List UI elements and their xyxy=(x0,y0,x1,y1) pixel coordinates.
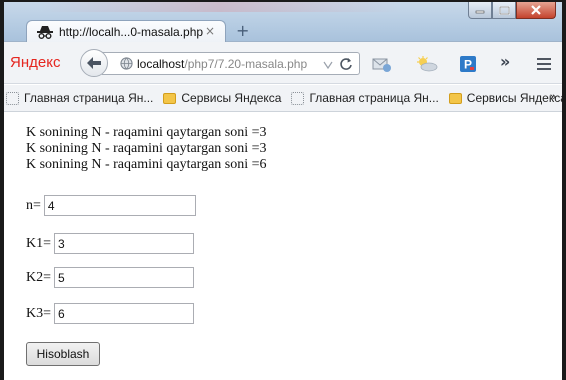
page-icon xyxy=(291,91,305,105)
minimize-button[interactable] xyxy=(468,2,492,19)
bookmark-label: Главная страница Ян... xyxy=(309,91,439,105)
incognito-icon xyxy=(37,25,53,39)
bookmark-item[interactable]: Сервисы Яндекса xyxy=(448,91,566,105)
weather-icon[interactable] xyxy=(414,56,438,72)
url-host: localhost xyxy=(137,56,185,71)
screen-edge-left xyxy=(0,0,4,380)
field-n: n= xyxy=(26,195,196,216)
close-window-button[interactable] xyxy=(516,2,556,19)
tab-title: http://localh...0-masala.php xyxy=(59,24,204,39)
k3-input[interactable] xyxy=(54,303,195,324)
tab-active[interactable]: http://localh...0-masala.php × xyxy=(26,20,226,42)
back-arrow-icon xyxy=(87,57,101,69)
calculate-button[interactable]: Hisoblash xyxy=(26,342,100,366)
bookmark-label: Главная страница Ян... xyxy=(24,91,154,105)
brand-text: Яндекс xyxy=(10,54,61,71)
globe-icon xyxy=(120,57,133,70)
field-label: K3= xyxy=(26,305,52,321)
result-line: K sonining N - raqamini qaytargan soni =… xyxy=(26,125,267,140)
maximize-button[interactable] xyxy=(492,2,516,19)
url-path: /php7/7.20-masala.php xyxy=(184,56,308,71)
reload-icon[interactable] xyxy=(339,57,353,71)
navigation-bar: Яндекс localhost/php7/7.20-masala.php P … xyxy=(0,42,562,84)
address-bar[interactable]: localhost/php7/7.20-masala.php xyxy=(102,52,360,75)
field-k1: K1= xyxy=(26,233,195,254)
overflow-chevron-icon[interactable]: » xyxy=(500,52,510,71)
screen-edge-right xyxy=(562,0,566,380)
new-tab-button[interactable]: + xyxy=(236,21,249,40)
page-icon xyxy=(6,91,19,105)
pocket-icon[interactable]: P xyxy=(460,56,476,72)
screen-edge-top xyxy=(0,0,566,2)
k2-input[interactable] xyxy=(54,267,195,288)
field-k2: K2= xyxy=(26,267,195,288)
folder-icon xyxy=(448,92,462,104)
url-text: localhost/php7/7.20-masala.php xyxy=(137,57,307,71)
field-label: K1= xyxy=(26,235,52,251)
bookmarks-overflow-button[interactable]: » xyxy=(550,91,556,103)
k1-input[interactable] xyxy=(54,233,195,254)
dropdown-arrow-icon[interactable] xyxy=(323,60,333,70)
bookmark-item[interactable]: Главная страница Ян... xyxy=(291,91,439,105)
brand-logo[interactable]: Яндекс xyxy=(10,54,60,71)
page-content: K sonining N - raqamini qaytargan soni =… xyxy=(0,113,562,380)
bookmarks-bar: Главная страница Ян... Сервисы Яндекса Г… xyxy=(0,85,566,112)
menu-icon[interactable] xyxy=(537,58,551,70)
close-icon xyxy=(531,5,541,15)
bookmark-item[interactable]: Главная страница Ян... xyxy=(6,91,153,105)
window-controls xyxy=(468,2,556,19)
maximize-icon xyxy=(498,5,510,15)
mail-icon[interactable] xyxy=(372,56,392,72)
tab-close-button[interactable]: × xyxy=(205,24,215,38)
browser-window: http://localh...0-masala.php × + Яндекс … xyxy=(0,0,566,380)
minimize-icon xyxy=(475,10,485,14)
bookmark-label: Сервисы Яндекса xyxy=(181,91,282,105)
field-label: n= xyxy=(26,197,41,213)
n-input[interactable] xyxy=(43,195,196,216)
bookmark-item[interactable]: Сервисы Яндекса xyxy=(163,91,281,105)
result-line: K sonining N - raqamini qaytargan soni =… xyxy=(26,141,267,156)
field-label: K2= xyxy=(26,269,52,285)
field-k3: K3= xyxy=(26,303,195,324)
result-line: K sonining N - raqamini qaytargan soni =… xyxy=(26,157,267,172)
title-bar: http://localh...0-masala.php × + xyxy=(0,0,562,42)
back-button[interactable] xyxy=(80,49,108,77)
folder-icon xyxy=(163,92,177,104)
